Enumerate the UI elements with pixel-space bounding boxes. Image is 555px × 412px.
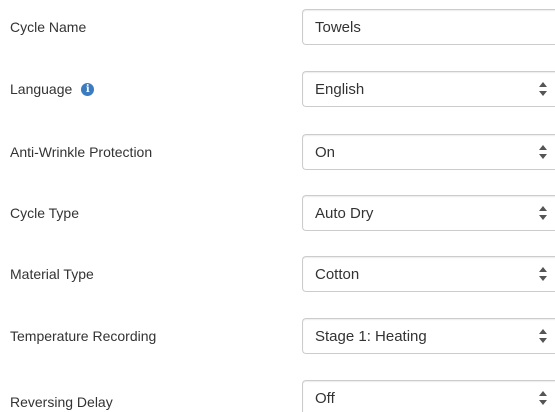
field-row-language: Language i English	[0, 69, 555, 109]
temperature-recording-select-value: Stage 1: Heating	[315, 327, 427, 345]
field-row-anti-wrinkle: Anti-Wrinkle Protection On	[0, 132, 555, 172]
cycle-settings-form: Cycle Name Language i English Anti-Wrink…	[0, 0, 555, 412]
anti-wrinkle-select[interactable]: On	[302, 134, 555, 170]
reversing-delay-select[interactable]: Off	[302, 380, 555, 412]
cycle-name-label: Cycle Name	[10, 19, 87, 35]
field-row-temperature-recording: Temperature Recording Stage 1: Heating	[0, 316, 555, 356]
material-type-select[interactable]: Cotton	[302, 256, 555, 292]
info-icon[interactable]: i	[81, 82, 95, 96]
field-row-cycle-type: Cycle Type Auto Dry	[0, 193, 555, 233]
language-select-value: English	[315, 80, 365, 98]
field-row-cycle-name: Cycle Name	[0, 7, 555, 47]
material-type-select-value: Cotton	[315, 265, 360, 283]
reversing-delay-select-value: Off	[315, 389, 335, 407]
up-down-arrows-icon	[539, 267, 547, 281]
cycle-type-select[interactable]: Auto Dry	[302, 195, 555, 231]
up-down-arrows-icon	[539, 329, 547, 343]
temperature-recording-select[interactable]: Stage 1: Heating	[302, 318, 555, 354]
field-row-reversing-delay: Reversing Delay Off	[0, 378, 555, 412]
cycle-type-select-value: Auto Dry	[315, 204, 374, 222]
up-down-arrows-icon	[539, 82, 547, 96]
up-down-arrows-icon	[539, 145, 547, 159]
anti-wrinkle-label: Anti-Wrinkle Protection	[10, 144, 153, 160]
temperature-recording-label: Temperature Recording	[10, 328, 157, 344]
cycle-type-label: Cycle Type	[10, 205, 79, 221]
reversing-delay-label: Reversing Delay	[10, 394, 113, 410]
material-type-label: Material Type	[10, 266, 94, 282]
up-down-arrows-icon	[539, 206, 547, 220]
language-label: Language i	[10, 81, 95, 97]
field-row-material-type: Material Type Cotton	[0, 254, 555, 294]
language-select[interactable]: English	[302, 71, 555, 107]
cycle-name-input[interactable]	[302, 9, 555, 45]
anti-wrinkle-select-value: On	[315, 143, 336, 161]
up-down-arrows-icon	[539, 391, 547, 405]
